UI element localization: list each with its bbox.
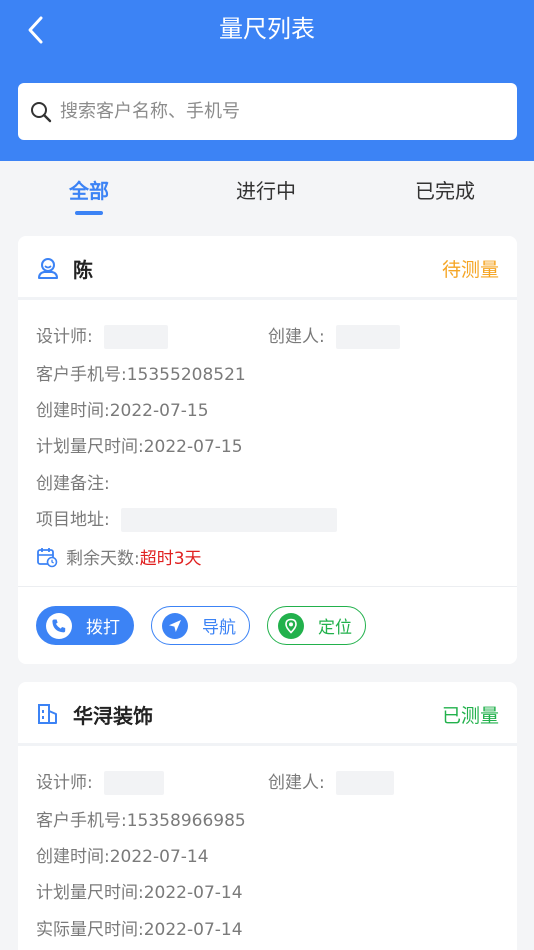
designer-value-redacted: [104, 325, 169, 349]
search-input[interactable]: [60, 101, 480, 122]
phone-value: 15358966985: [126, 811, 246, 831]
created-time-value: 2022-07-14: [109, 847, 209, 867]
navigation-icon: [169, 619, 181, 632]
designer-label: 设计师:: [36, 327, 93, 347]
planned-time-value: 2022-07-14: [143, 883, 243, 903]
phone-icon-wrap: [46, 612, 72, 639]
designer-row: 设计师:: [36, 322, 169, 349]
card-header: 华浔装饰 已测量: [18, 682, 517, 746]
navigate-button[interactable]: 导航: [151, 606, 250, 645]
building-icon: [38, 704, 57, 724]
designer-value-redacted: [104, 771, 165, 795]
call-button[interactable]: 拨打: [36, 606, 134, 645]
creator-label: 创建人:: [268, 773, 325, 793]
divider: [18, 586, 517, 587]
note-label: 创建备注:: [36, 474, 110, 494]
locate-button-label: 定位: [318, 618, 352, 638]
status-badge: 待测量: [441, 259, 499, 281]
creator-value-redacted: [336, 771, 395, 795]
created-time-row: 创建时间:2022-07-15: [36, 396, 209, 421]
actual-time-value: 2022-07-14: [143, 920, 243, 940]
creator-row: 创建人:: [268, 768, 395, 795]
created-time-value: 2022-07-15: [109, 401, 209, 421]
tab-all[interactable]: 全部: [69, 175, 109, 204]
tab-in-progress[interactable]: 进行中: [236, 175, 296, 204]
actual-time-label: 实际量尺时间:: [36, 920, 144, 940]
status-badge: 已测量: [441, 705, 499, 727]
calendar-clock-icon: [37, 547, 58, 567]
tab-active-indicator: [75, 211, 103, 215]
user-icon: [38, 258, 58, 279]
creator-row: 创建人:: [268, 322, 401, 349]
planned-time-label: 计划量尺时间:: [36, 437, 144, 457]
address-row: 项目地址:: [36, 505, 338, 532]
created-time-row: 创建时间:2022-07-14: [36, 842, 209, 867]
created-time-label: 创建时间:: [36, 401, 110, 421]
planned-time-value: 2022-07-15: [143, 437, 243, 457]
planned-time-row: 计划量尺时间:2022-07-15: [36, 432, 243, 457]
created-time-label: 创建时间:: [36, 847, 110, 867]
app: 量尺列表 全部 进行中 已完成 陈 待测量 设计师:: [0, 0, 534, 950]
tab-bar: 全部 进行中 已完成: [0, 161, 534, 221]
creator-value-redacted: [336, 325, 401, 349]
location-pin-icon-wrap: [278, 612, 304, 639]
call-button-label: 拨打: [86, 618, 120, 638]
navigation-icon-wrap: [162, 612, 188, 639]
measure-card[interactable]: 陈 待测量 设计师: 创建人: 客户手机号:15355208521 创建时间:2…: [18, 236, 517, 664]
designer-label: 设计师:: [36, 773, 93, 793]
navigate-button-label: 导航: [202, 618, 236, 638]
customer-name: 陈: [73, 258, 93, 282]
location-pin-icon: [285, 618, 297, 634]
creator-label: 创建人:: [268, 327, 325, 347]
tab-completed[interactable]: 已完成: [415, 175, 475, 204]
phone-icon: [52, 619, 66, 632]
measure-card[interactable]: 华浔装饰 已测量 设计师: 创建人: 客户手机号:15358966985 创建时…: [18, 682, 517, 950]
designer-row: 设计师:: [36, 768, 165, 795]
card-header: 陈 待测量: [18, 236, 517, 300]
phone-row: 客户手机号:15358966985: [36, 806, 246, 831]
customer-name: 华浔装饰: [73, 704, 153, 728]
phone-row: 客户手机号:15355208521: [36, 360, 246, 385]
phone-label: 客户手机号:: [36, 365, 127, 385]
note-row: 创建备注:: [36, 469, 110, 494]
page-title: 量尺列表: [219, 15, 315, 43]
address-value-redacted: [121, 508, 338, 532]
remaining-days-label: 剩余天数:: [66, 549, 140, 569]
remaining-days-row: 剩余天数: 超时3天: [36, 544, 202, 569]
phone-value: 15355208521: [126, 365, 246, 385]
planned-time-label: 计划量尺时间:: [36, 883, 144, 903]
phone-label: 客户手机号:: [36, 811, 127, 831]
header: 量尺列表: [0, 0, 534, 161]
search-bar[interactable]: [18, 83, 517, 140]
actual-time-row: 实际量尺时间:2022-07-14: [36, 915, 243, 940]
address-label: 项目地址:: [36, 510, 110, 530]
remaining-days-value: 超时3天: [139, 549, 202, 569]
locate-button[interactable]: 定位: [267, 606, 366, 645]
planned-time-row: 计划量尺时间:2022-07-14: [36, 878, 243, 903]
search-icon: [31, 101, 52, 122]
